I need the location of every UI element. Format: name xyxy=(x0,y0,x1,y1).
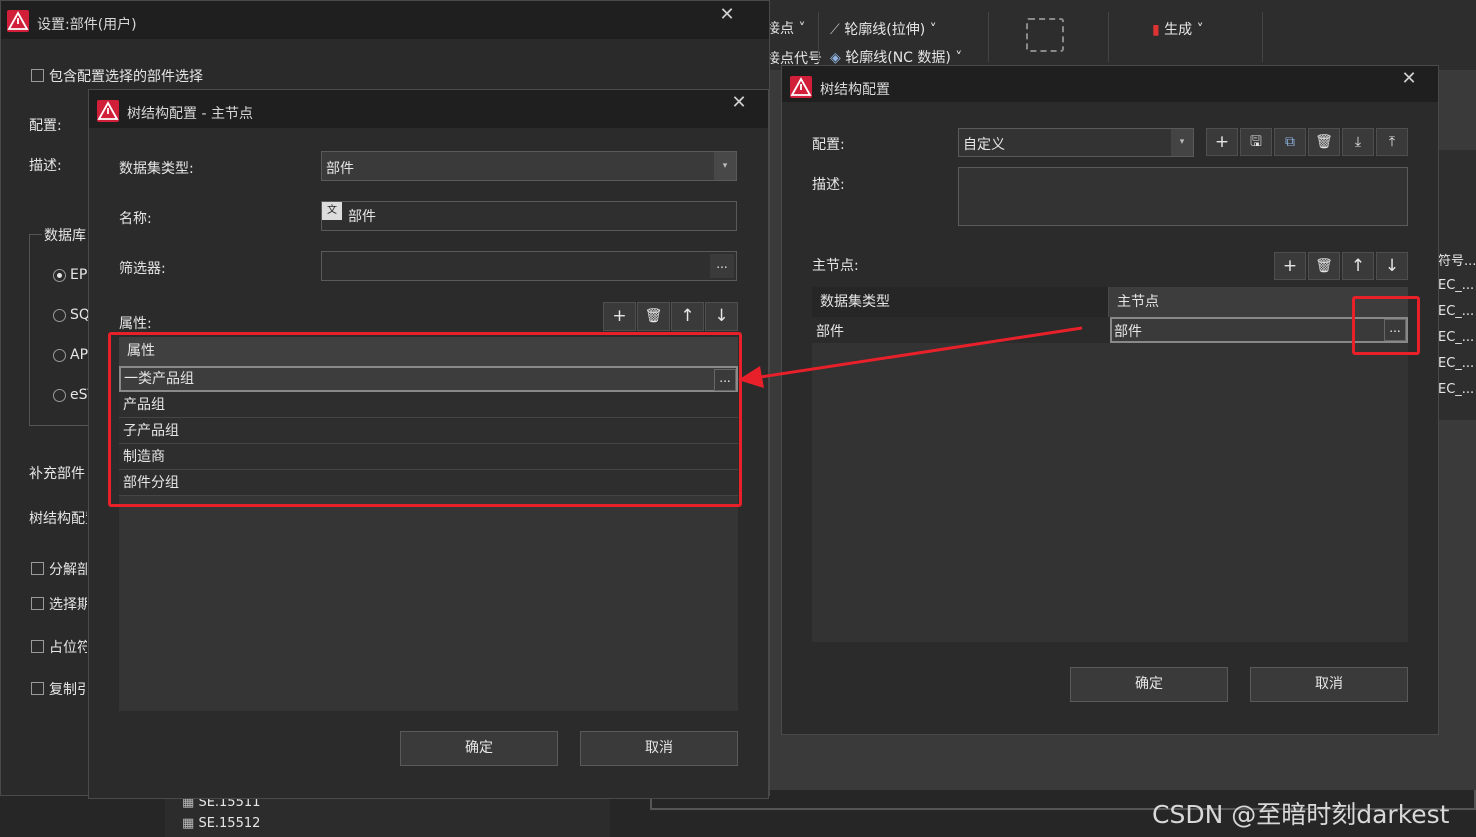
move-up-button[interactable]: ↑ xyxy=(671,302,704,331)
dropdown-arrow[interactable]: ▾ xyxy=(1171,129,1193,156)
dropdown-arrow[interactable]: ▾ xyxy=(714,152,736,180)
close-icon[interactable]: ✕ xyxy=(719,6,735,24)
filter-field[interactable]: ... xyxy=(321,251,737,281)
tree-config-title: 树结构配置 xyxy=(820,82,890,98)
ribbon-item-outline-nc[interactable]: ◈ 轮廓线(NC 数据) ˅ xyxy=(830,47,962,67)
delete-property-button[interactable]: 🗑 xyxy=(637,302,670,331)
ribbon-separator xyxy=(1108,12,1109,62)
checkbox-label: 分解部件 xyxy=(49,562,87,578)
add-config-button[interactable]: + xyxy=(1206,128,1238,156)
ribbon-separator xyxy=(1262,12,1263,62)
tree-item[interactable]: ▦ SE.15512 xyxy=(182,816,260,831)
table-header: 数据集类型 主节点 xyxy=(812,287,1408,317)
include-config-checkbox[interactable] xyxy=(31,69,44,82)
close-icon[interactable]: ✕ xyxy=(1401,70,1417,88)
filter-label: 筛选器: xyxy=(119,261,166,277)
add-node-button[interactable]: + xyxy=(1274,252,1306,280)
tree-desc-label: 描述: xyxy=(812,177,845,193)
highlight-box xyxy=(1352,296,1420,355)
import-config-button[interactable]: ⤓ xyxy=(1342,128,1374,156)
column-header-dataset[interactable]: 数据集类型 xyxy=(812,287,1109,317)
placeholder-icon[interactable] xyxy=(1026,18,1064,52)
dataset-type-label: 数据集类型: xyxy=(119,161,194,177)
bg-cell: EC_... xyxy=(1438,356,1475,371)
close-icon[interactable]: ✕ xyxy=(731,94,747,112)
desc-label: 描述: xyxy=(29,158,62,174)
tree-config-label: 配置: xyxy=(812,137,845,153)
supplementary-label: 补充部件 xyxy=(29,466,85,482)
bg-cell: EC_... xyxy=(1438,278,1475,293)
move-down-button[interactable]: ↓ xyxy=(1376,252,1408,280)
select-checkbox[interactable] xyxy=(31,597,44,610)
annotation-arrow xyxy=(738,326,1083,388)
ribbon-separator xyxy=(818,12,819,62)
nc-icon: ◈ xyxy=(830,50,841,66)
outline-icon: ⟋ xyxy=(830,22,840,38)
tree-ok-button[interactable]: 确定 xyxy=(1070,667,1228,702)
database-group-label: 数据库 xyxy=(42,225,88,245)
checkbox-label: 选择期间 xyxy=(49,597,87,613)
radio-api[interactable] xyxy=(53,349,66,362)
ribbon-label: 生成 xyxy=(1164,22,1193,38)
tree-cancel-button[interactable]: 取消 xyxy=(1250,667,1408,702)
export-config-button[interactable]: ⤒ xyxy=(1376,128,1408,156)
bg-column-header: 符号... xyxy=(1438,254,1476,269)
bg-cell: EC_... xyxy=(1438,304,1475,319)
ribbon-separator xyxy=(988,12,989,62)
node-ok-button[interactable]: 确定 xyxy=(400,731,558,766)
properties-label: 属性: xyxy=(119,316,152,332)
ribbon-label: 轮廓线(拉伸) xyxy=(844,22,926,38)
radio-label: EPLAN xyxy=(70,267,88,283)
radio-label: API xyxy=(70,347,88,363)
generate-icon: ▮ xyxy=(1152,22,1160,38)
radio-estock[interactable] xyxy=(53,389,66,402)
watermark: CSDN @至暗时刻darkest xyxy=(1152,800,1450,829)
config-select[interactable]: 自定义 ▾ xyxy=(958,128,1194,157)
radio-label: SQL xyxy=(70,307,88,323)
tree-config-label: 树结构配置 xyxy=(29,511,87,527)
delete-config-button[interactable]: 🗑 xyxy=(1308,128,1340,156)
save-config-button[interactable]: 🖫 xyxy=(1240,128,1272,156)
config-label: 配置: xyxy=(29,118,62,134)
settings-title: 设置:部件(用户) xyxy=(37,17,137,33)
split-checkbox[interactable] xyxy=(31,562,44,575)
config-select-value: 自定义 xyxy=(963,137,1005,153)
dataset-type-select[interactable]: 部件 ▾ xyxy=(321,151,737,181)
tree-item-label: SE.15512 xyxy=(198,816,261,831)
highlight-box xyxy=(108,332,742,507)
ribbon-item-outline-extrude[interactable]: ⟋ 轮廓线(拉伸) ˅ xyxy=(830,19,937,39)
radio-eplan[interactable] xyxy=(53,269,66,282)
app-logo-icon xyxy=(7,10,29,32)
checkbox-label: 复制引用 xyxy=(49,682,87,698)
dataset-type-value: 部件 xyxy=(326,161,354,177)
node-cancel-button[interactable]: 取消 xyxy=(580,731,738,766)
ribbon-item-generate[interactable]: ▮ 生成 ˅ xyxy=(1152,19,1204,39)
name-field[interactable]: 文 部件 xyxy=(321,201,737,231)
main-node-title: 树结构配置 - 主节点 xyxy=(127,106,253,122)
include-config-label: 包含配置选择的部件选择 xyxy=(49,69,203,85)
name-label: 名称: xyxy=(119,211,152,227)
language-icon[interactable]: 文 xyxy=(322,202,342,220)
placeholder-checkbox[interactable] xyxy=(31,640,44,653)
copy-config-button[interactable]: ⧉ xyxy=(1274,128,1306,156)
cell-main-node: 部件 xyxy=(1114,324,1142,340)
ribbon-label: 轮廓线(NC 数据) xyxy=(845,50,951,66)
copy-checkbox[interactable] xyxy=(31,682,44,695)
delete-node-button[interactable]: 🗑 xyxy=(1308,252,1340,280)
filter-browse-button[interactable]: ... xyxy=(710,254,734,278)
bg-cell: EC_... xyxy=(1438,382,1475,397)
move-up-button[interactable]: ↑ xyxy=(1342,252,1374,280)
app-logo-icon xyxy=(790,76,812,98)
part-icon: ▦ xyxy=(182,816,195,831)
description-textarea[interactable] xyxy=(958,167,1408,226)
checkbox-label: 占位符 xyxy=(49,640,87,656)
add-property-button[interactable]: + xyxy=(603,302,636,331)
bg-cell: EC_... xyxy=(1438,330,1475,345)
main-node-label: 主节点: xyxy=(812,258,859,274)
app-logo-icon xyxy=(97,100,119,122)
name-value: 部件 xyxy=(348,209,376,225)
radio-label: eSTOCK xyxy=(70,387,88,403)
radio-sql[interactable] xyxy=(53,309,66,322)
